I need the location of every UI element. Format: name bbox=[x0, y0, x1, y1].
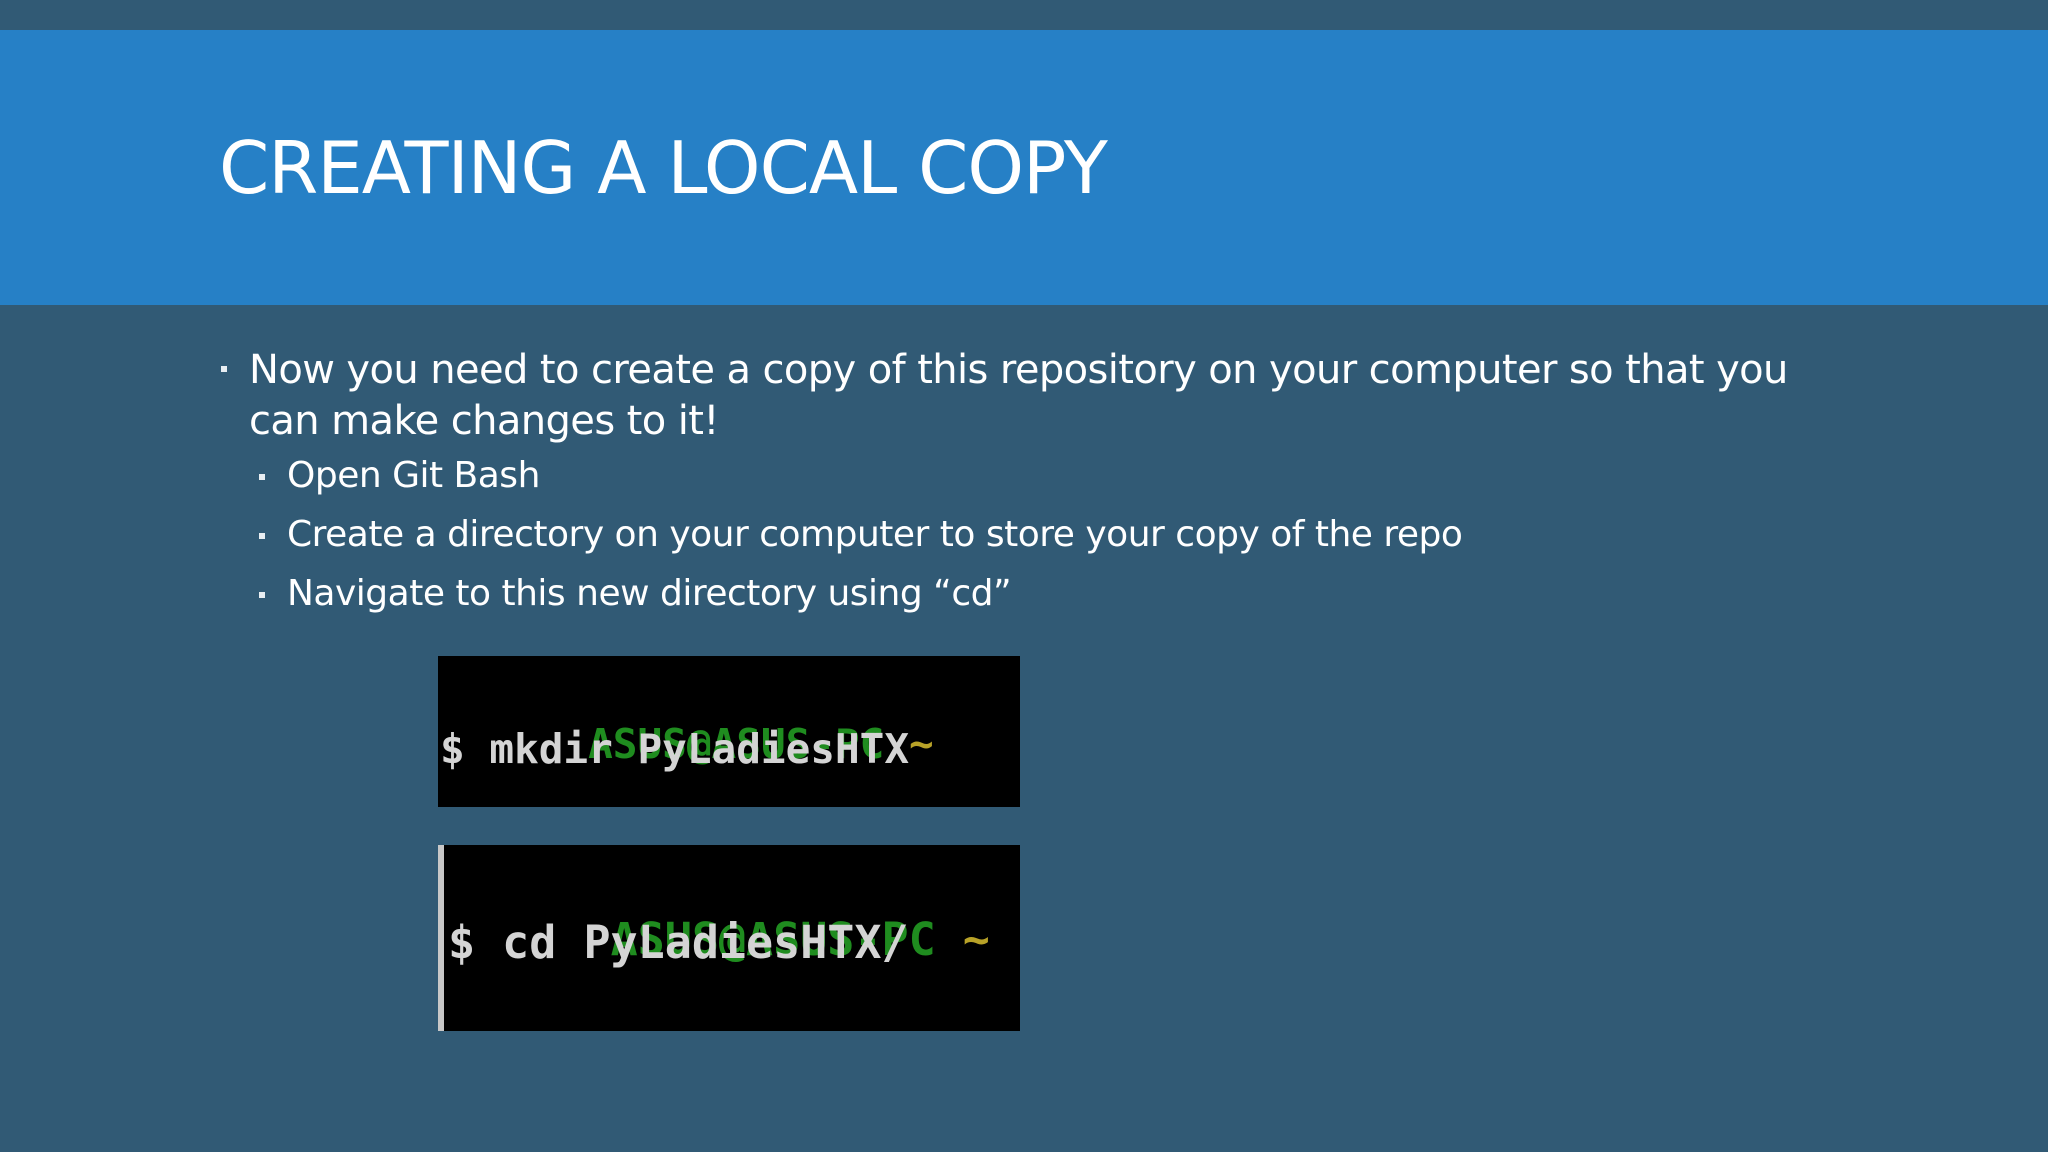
bullet-marker bbox=[221, 366, 227, 372]
bullet-main: Now you need to create a copy of this re… bbox=[249, 347, 1788, 393]
terminal-window-edge bbox=[438, 845, 444, 1031]
sub-bullet-open-git-bash: Open Git Bash bbox=[287, 455, 540, 496]
terminal-command: $ cd PyLadiesHTX/ bbox=[448, 916, 909, 969]
slide: CREATING A LOCAL COPY Now you need to cr… bbox=[0, 0, 2048, 1152]
slide-title: CREATING A LOCAL COPY bbox=[219, 126, 1108, 210]
terminal-tilde: ~ bbox=[909, 720, 934, 768]
terminal-screenshot-mkdir: ASUS@ASUS-PC ~ $ mkdir PyLadiesHTX bbox=[438, 656, 1020, 807]
sub-bullet-marker bbox=[259, 474, 265, 480]
sub-bullet-marker bbox=[259, 592, 265, 598]
sub-bullet-marker bbox=[259, 533, 265, 539]
terminal-tilde: ~ bbox=[962, 913, 990, 966]
sub-bullet-navigate-cd: Navigate to this new directory using “cd… bbox=[287, 573, 1012, 614]
bullet-main-continued: can make changes to it! bbox=[249, 398, 719, 444]
terminal-screenshot-cd: ASUS@ASUS-PC ~ $ cd PyLadiesHTX/ bbox=[438, 845, 1020, 1031]
terminal-command: $ mkdir PyLadiesHTX bbox=[440, 725, 909, 773]
sub-bullet-create-directory: Create a directory on your computer to s… bbox=[287, 514, 1463, 555]
